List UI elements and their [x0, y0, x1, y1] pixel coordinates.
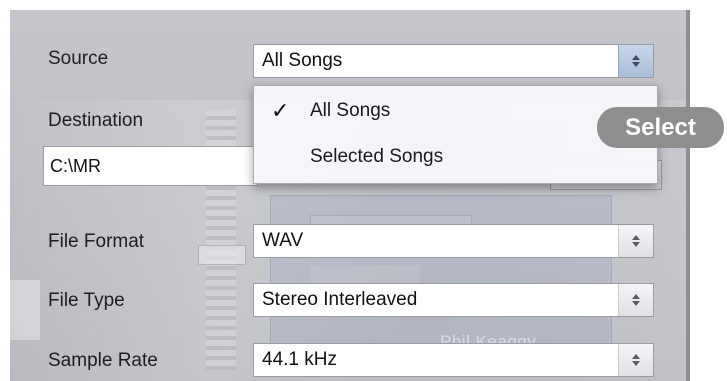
menu-item-selected-songs[interactable]: Selected Songs	[254, 136, 657, 176]
source-value: All Songs	[262, 50, 343, 71]
panel-edge	[686, 10, 690, 381]
file-format-stepper-icon[interactable]	[618, 225, 653, 257]
background-fader-knob	[198, 245, 246, 265]
file-type-stepper-icon[interactable]	[618, 284, 653, 316]
source-stepper-icon[interactable]	[618, 45, 653, 77]
source-label: Source	[48, 48, 109, 69]
destination-label: Destination	[48, 110, 144, 131]
menu-item-label: Selected Songs	[310, 146, 444, 167]
file-format-select[interactable]: WAV	[253, 224, 654, 258]
file-type-label: File Type	[48, 290, 125, 311]
file-type-value: Stereo Interleaved	[262, 289, 418, 310]
menu-item-label: All Songs	[310, 100, 391, 121]
select-callout-badge: Select	[597, 107, 724, 148]
file-format-label: File Format	[48, 231, 145, 252]
sample-rate-label: Sample Rate	[48, 350, 158, 371]
file-format-value: WAV	[262, 230, 304, 251]
background-strip	[10, 280, 40, 340]
file-type-select[interactable]: Stereo Interleaved	[253, 283, 654, 317]
destination-field[interactable]: C:\MR	[43, 146, 258, 186]
source-select[interactable]: All Songs	[253, 44, 654, 78]
sample-rate-stepper-icon[interactable]	[618, 344, 653, 376]
sample-rate-value: 44.1 kHz	[262, 349, 337, 370]
checkmark-icon: ✓	[271, 98, 290, 123]
sample-rate-select[interactable]: 44.1 kHz	[253, 343, 654, 377]
background-album-bar-2	[310, 265, 420, 285]
